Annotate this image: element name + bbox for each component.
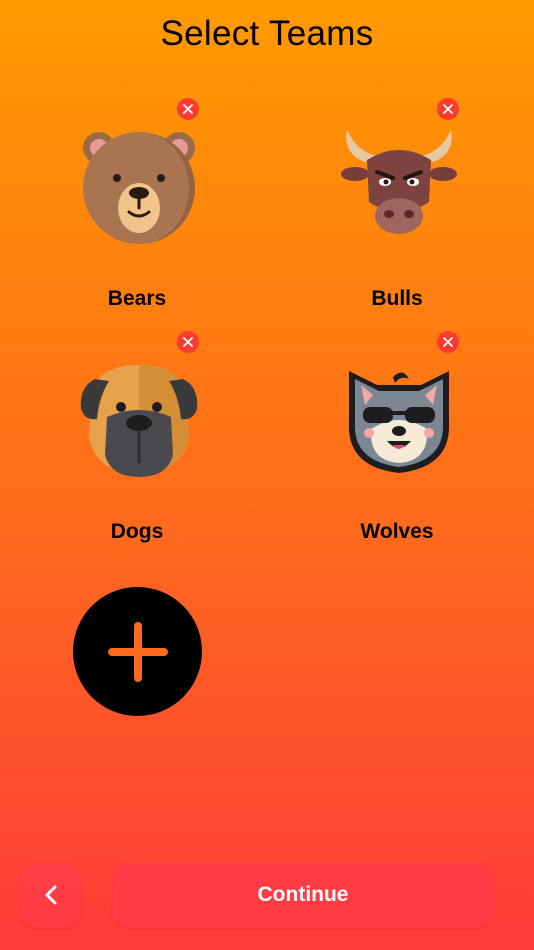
team-card-dogs[interactable]: Dogs — [37, 331, 237, 589]
team-card-wolves[interactable]: Wolves — [297, 331, 497, 589]
remove-team-button[interactable] — [177, 98, 199, 120]
dog-icon — [77, 359, 201, 483]
remove-team-button[interactable] — [437, 98, 459, 120]
team-name: Dogs — [110, 520, 164, 543]
bull-icon — [337, 126, 461, 250]
back-button[interactable] — [21, 863, 81, 927]
team-card-bulls[interactable]: Bulls — [297, 98, 497, 356]
bear-icon — [77, 126, 201, 250]
remove-team-button[interactable] — [437, 331, 459, 353]
close-icon — [443, 337, 453, 347]
team-name: Bulls — [371, 287, 423, 310]
close-icon — [183, 337, 193, 347]
team-name: Wolves — [360, 520, 434, 543]
plus-icon — [107, 621, 168, 682]
close-icon — [443, 104, 453, 114]
page-title: Select Teams — [160, 14, 374, 53]
team-card-bears[interactable]: Bears — [37, 98, 237, 356]
team-name: Bears — [107, 287, 167, 310]
continue-button[interactable]: Continue — [113, 863, 493, 927]
add-team-button[interactable] — [73, 587, 202, 716]
wolf-icon — [337, 359, 461, 483]
remove-team-button[interactable] — [177, 331, 199, 353]
close-icon — [183, 104, 193, 114]
chevron-left-icon — [45, 885, 57, 905]
